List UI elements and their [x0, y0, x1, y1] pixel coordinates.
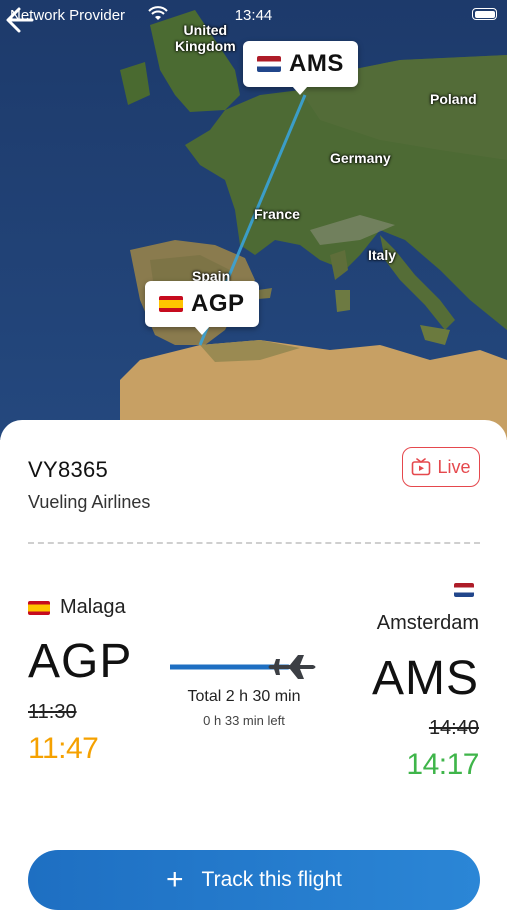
- flight-progress: [170, 655, 316, 679]
- map-view[interactable]: United Kingdom Poland Germany France Ita…: [0, 0, 507, 440]
- flag-es-icon: [28, 600, 50, 615]
- battery-icon: [472, 8, 497, 20]
- flight-details-sheet: VY8365 Vueling Airlines Live Malaga AGP …: [0, 420, 507, 910]
- status-bar: Network Provider 13:44: [0, 0, 507, 30]
- live-tv-icon: [412, 458, 431, 476]
- live-button[interactable]: Live: [402, 447, 480, 487]
- track-flight-button[interactable]: + Track this flight: [28, 850, 480, 910]
- origin-airport-code: AGP: [28, 635, 133, 688]
- origin-map-pin[interactable]: AGP: [145, 281, 259, 335]
- destination-airport-code: AMS: [371, 652, 479, 705]
- origin-actual-time: 11:47: [28, 732, 99, 765]
- airplane-icon: [268, 655, 316, 679]
- map-label-france: France: [254, 206, 300, 222]
- origin-city: Malaga: [28, 596, 126, 619]
- dashed-divider: [28, 542, 480, 544]
- destination-scheduled-time: 14:40: [428, 717, 479, 739]
- clock: 13:44: [234, 7, 273, 24]
- map-label-poland: Poland: [430, 91, 477, 107]
- track-flight-label: Track this flight: [201, 868, 342, 891]
- destination-city-name: Amsterdam: [376, 612, 479, 634]
- total-duration: Total 2 h 30 min: [187, 688, 301, 705]
- origin-city-name: Malaga: [60, 596, 126, 618]
- flight-number: VY8365: [28, 457, 109, 482]
- airline-name: Vueling Airlines: [28, 492, 151, 512]
- map-label-italy: Italy: [368, 247, 397, 263]
- destination-map-pin[interactable]: AMS: [243, 41, 358, 95]
- time-left: 0 h 33 min left: [203, 713, 285, 728]
- origin-pin-code: AGP: [191, 290, 245, 317]
- flag-nl-icon: [257, 56, 281, 72]
- back-arrow-icon[interactable]: [0, 0, 40, 40]
- flag-nl-icon: [454, 583, 474, 597]
- map-label-germany: Germany: [330, 150, 391, 166]
- destination-pin-code: AMS: [289, 50, 344, 77]
- live-label: Live: [437, 456, 471, 477]
- plus-icon: +: [166, 863, 184, 896]
- origin-scheduled-time: 11:30: [28, 701, 77, 723]
- flag-es-icon: [159, 296, 183, 312]
- destination-actual-time: 14:17: [406, 748, 479, 781]
